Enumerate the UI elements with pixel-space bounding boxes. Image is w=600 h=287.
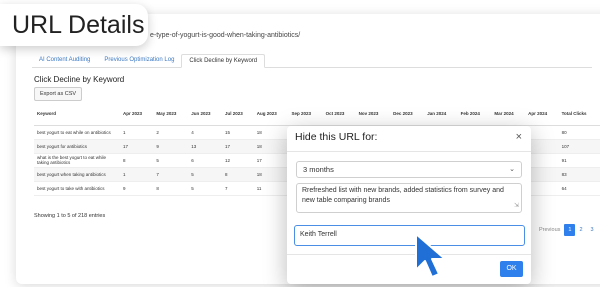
overlay-title: URL Details — [0, 4, 148, 46]
table-cell: 64 — [558, 181, 600, 196]
table-cell: 17 — [221, 139, 254, 154]
table-cell: 9 — [153, 139, 189, 154]
col-header[interactable]: Sep 2023 — [288, 103, 323, 126]
pagination-page[interactable]: 1 — [564, 224, 576, 236]
pagination-page[interactable]: 3 — [587, 224, 598, 236]
table-cell: 18 — [253, 139, 289, 154]
modal-divider — [287, 254, 531, 255]
tab-click-decline-by-keyword[interactable]: Click Decline by Keyword — [181, 54, 266, 68]
table-cell: 1 — [120, 125, 154, 140]
col-header[interactable]: Oct 2023 — [322, 103, 356, 126]
col-header[interactable]: Aug 2023 — [253, 103, 289, 126]
table-cell: 17 — [253, 153, 289, 168]
table-cell: 8 — [221, 167, 254, 182]
col-header[interactable]: Feb 2024 — [457, 103, 492, 126]
col-header[interactable]: Apr 2024 — [525, 103, 559, 126]
table-cell: 18 — [253, 125, 289, 140]
table-cell: 8 — [120, 153, 154, 168]
table-cell: 17 — [120, 139, 154, 154]
table-cell: 5 — [153, 153, 189, 168]
name-input[interactable]: Keith Terrell — [294, 225, 525, 246]
resize-handle-icon[interactable]: ⇲ — [514, 201, 519, 211]
tab-previous-optimization-log[interactable]: Previous Optimization Log — [97, 54, 181, 68]
url-text: e-type-of-yogurt-is-good-when-taking-ant… — [150, 32, 301, 39]
col-header[interactable]: Apr 2023 — [120, 103, 154, 126]
col-header[interactable]: May 2023 — [153, 103, 189, 126]
table-cell: 18 — [253, 167, 289, 182]
showing-entries-text: Showing 1 to 5 of 218 entries — [34, 213, 106, 219]
duration-select-value: 3 months — [303, 165, 334, 174]
tab-bar: AI Content Auditing Previous Optimizatio… — [32, 54, 592, 68]
table-cell: 2 — [153, 125, 189, 140]
table-cell: 7 — [221, 181, 254, 196]
table-cell: 6 — [188, 153, 222, 168]
export-csv-button[interactable]: Export as CSV — [34, 87, 83, 101]
chevron-down-icon: ⌄ — [509, 166, 515, 173]
mouse-pointer-icon — [415, 233, 446, 278]
table-header-row: Keyword Apr 2023 May 2023 Jun 2023 Jul 2… — [34, 103, 600, 126]
table-cell: best yogurt to eat while on antibiotics — [34, 125, 120, 140]
tab-ai-content-auditing[interactable]: AI Content Auditing — [32, 54, 97, 68]
table-cell: best yogurt to take with antibiotics — [34, 181, 120, 196]
table-cell: 7 — [153, 167, 189, 182]
table-cell: 12 — [221, 153, 254, 168]
reason-textarea[interactable]: Rrefreshed list with new brands, added s… — [296, 183, 522, 213]
table-cell: 1 — [120, 167, 154, 182]
col-header[interactable]: Total Clicks — [558, 103, 600, 126]
reason-text: Rrefreshed list with new brands, added s… — [302, 187, 504, 204]
table-cell: 4 — [188, 125, 222, 140]
table-cell: 5 — [188, 181, 222, 196]
table-cell: 5 — [188, 167, 222, 182]
table-cell: 13 — [188, 139, 222, 154]
table-cell: 15 — [221, 125, 254, 140]
table-cell: best yogurt for antibiotics — [34, 139, 120, 154]
col-header[interactable]: Jul 2023 — [221, 103, 254, 126]
col-header[interactable]: Dec 2023 — [390, 103, 425, 126]
table-cell: best yogurt when taking antibiotics — [34, 167, 120, 182]
pagination: Previous 1 2 3 — [535, 224, 598, 236]
ok-button[interactable]: OK — [500, 261, 523, 277]
modal-title: Hide this URL for: — [295, 131, 378, 143]
modal-divider — [287, 151, 531, 152]
pagination-previous[interactable]: Previous — [535, 224, 564, 236]
close-icon[interactable]: × — [516, 131, 522, 143]
table-cell: 11 — [253, 181, 289, 196]
col-header[interactable]: Keyword — [34, 103, 120, 126]
table-cell: 83 — [558, 167, 600, 182]
table-cell: 91 — [558, 153, 600, 168]
col-header[interactable]: Jun 2023 — [188, 103, 222, 126]
table-cell: 8 — [153, 181, 189, 196]
col-header[interactable]: Nov 2023 — [355, 103, 391, 126]
section-title: Click Decline by Keyword — [34, 75, 125, 84]
duration-select[interactable]: 3 months ⌄ — [296, 161, 522, 178]
col-header[interactable]: Mar 2024 — [491, 103, 526, 126]
table-cell: 9 — [120, 181, 154, 196]
table-cell: 80 — [558, 125, 600, 140]
table-cell: what is the best yogurt to eat while tak… — [34, 153, 120, 168]
col-header[interactable]: Jan 2024 — [424, 103, 458, 126]
pagination-page[interactable]: 2 — [575, 224, 586, 236]
hide-url-modal: Hide this URL for: × 3 months ⌄ Rrefresh… — [287, 126, 531, 284]
table-cell: 107 — [558, 139, 600, 154]
